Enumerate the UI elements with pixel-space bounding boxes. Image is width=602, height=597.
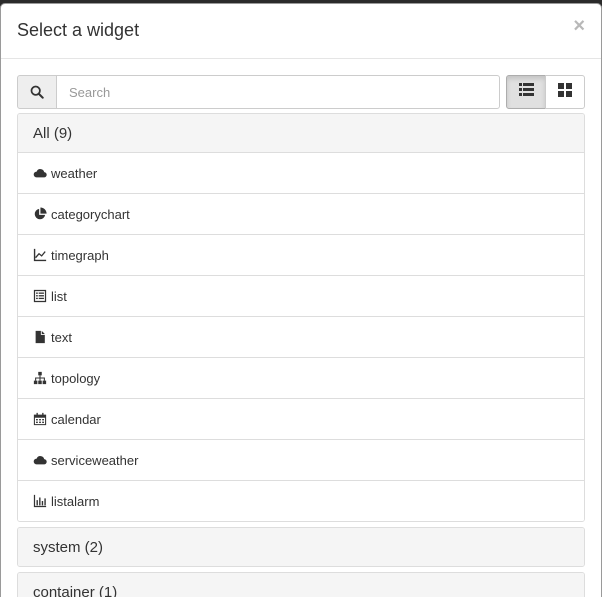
widget-item-categorychart[interactable]: categorychart: [18, 193, 584, 234]
widget-item-timegraph[interactable]: timegraph: [18, 234, 584, 275]
grid-view-button[interactable]: [545, 75, 585, 109]
widget-item-label: calendar: [51, 411, 101, 427]
list-icon: [518, 83, 534, 101]
modal-body: All (9) weather categorychart timegraph …: [17, 75, 585, 597]
search-icon: [17, 75, 57, 109]
widget-item-listalarm[interactable]: listalarm: [18, 480, 584, 521]
widget-item-text[interactable]: text: [18, 316, 584, 357]
widget-item-label: listalarm: [51, 493, 100, 509]
cloud-icon: [33, 166, 47, 180]
widget-item-label: text: [51, 329, 72, 345]
search-toolbar: [17, 75, 585, 109]
widget-item-label: categorychart: [51, 206, 130, 222]
sitemap-icon: [33, 371, 47, 385]
bar-chart-icon: [33, 494, 47, 508]
widget-group-all: All (9) weather categorychart timegraph …: [17, 113, 585, 522]
widget-select-modal: Select a widget × All (9): [0, 3, 602, 597]
calendar-icon: [33, 412, 47, 426]
modal-header: Select a widget ×: [1, 4, 601, 59]
widget-group-container: container (1): [17, 572, 585, 597]
search-input[interactable]: [56, 75, 500, 109]
cloud-icon: [33, 453, 47, 467]
group-heading-all[interactable]: All (9): [18, 114, 584, 152]
list-alt-icon: [33, 289, 47, 303]
widget-item-label: serviceweather: [51, 452, 139, 468]
widget-item-calendar[interactable]: calendar: [18, 398, 584, 439]
widget-item-list[interactable]: list: [18, 275, 584, 316]
widget-item-label: list: [51, 288, 67, 304]
widget-item-label: topology: [51, 370, 101, 386]
close-button[interactable]: ×: [573, 16, 585, 36]
modal-title: Select a widget: [17, 20, 140, 40]
widget-item-label: weather: [51, 165, 98, 181]
grid-icon: [558, 82, 572, 102]
file-icon: [33, 330, 47, 344]
group-heading-system[interactable]: system (2): [18, 528, 584, 566]
list-view-button[interactable]: [506, 75, 546, 109]
widget-group-system: system (2): [17, 527, 585, 567]
widget-item-serviceweather[interactable]: serviceweather: [18, 439, 584, 480]
group-heading-container[interactable]: container (1): [18, 573, 584, 597]
pie-chart-icon: [33, 207, 47, 221]
line-chart-icon: [33, 248, 47, 262]
widget-item-label: timegraph: [51, 247, 109, 263]
widget-item-weather[interactable]: weather: [18, 152, 584, 193]
widget-item-topology[interactable]: topology: [18, 357, 584, 398]
